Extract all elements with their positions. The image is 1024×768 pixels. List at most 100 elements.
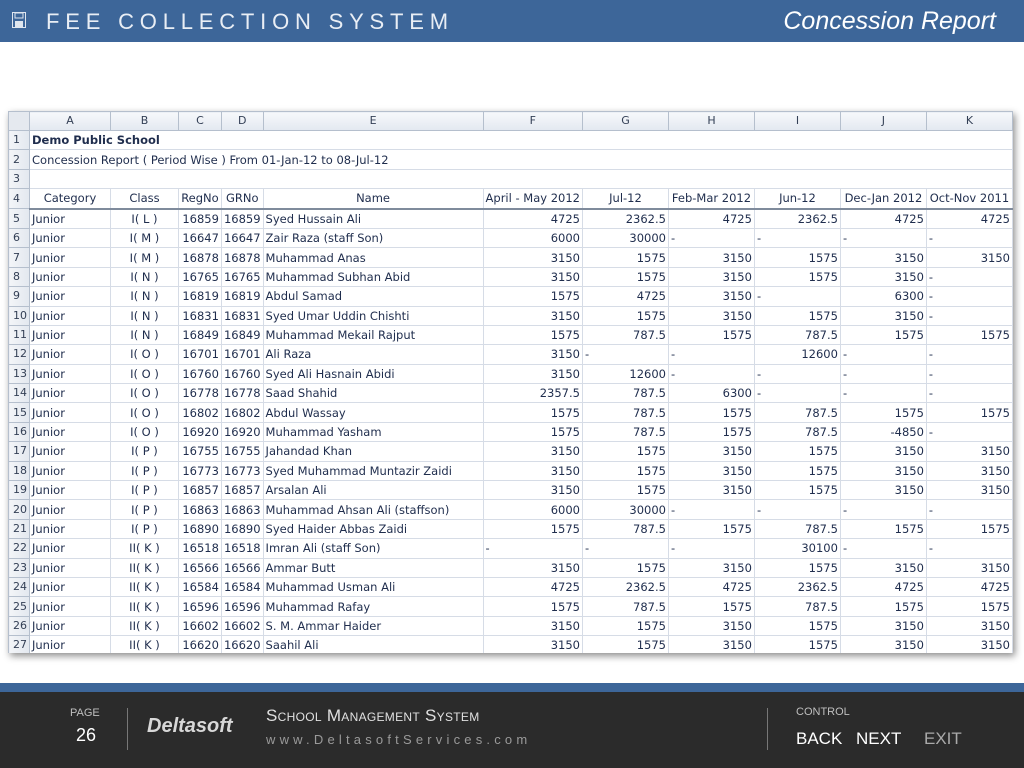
table-cell[interactable]: 1575 [839,324,927,346]
table-cell[interactable]: I( N ) [109,286,179,307]
table-cell[interactable]: 1575 [839,518,927,540]
table-cell[interactable]: 1575 [581,441,669,462]
table-cell[interactable]: Muhammad Yasham [262,421,484,443]
table-cell[interactable]: 12600 [581,363,669,385]
row-number[interactable]: 14 [8,383,30,404]
table-cell[interactable]: Abdul Samad [262,286,484,307]
table-cell[interactable]: - [667,363,755,385]
table-header-cell[interactable]: Jul-12 [581,188,669,210]
table-cell[interactable]: Junior [29,635,111,653]
table-cell[interactable]: 1575 [581,635,669,653]
table-cell[interactable]: I( O ) [109,421,179,443]
table-header-cell[interactable]: RegNo [177,188,222,210]
table-cell[interactable]: - [753,363,841,385]
table-cell[interactable]: I( P ) [109,441,179,462]
school-name-cell[interactable]: Demo Public School [29,129,1013,151]
table-cell[interactable]: II( K ) [109,596,179,617]
table-cell[interactable]: I( O ) [109,344,179,365]
row-number[interactable]: 12 [8,344,30,365]
table-cell[interactable]: - [925,538,1013,559]
table-cell[interactable]: 3150 [482,480,583,501]
table-header-cell[interactable]: Category [29,188,111,210]
table-cell[interactable]: 1575 [482,421,583,443]
table-cell[interactable]: Junior [29,286,111,307]
table-cell[interactable]: 1575 [482,518,583,540]
table-cell[interactable]: Junior [29,227,111,249]
table-cell[interactable]: I( O ) [109,402,179,423]
table-cell[interactable]: 1575 [482,286,583,307]
table-header-cell[interactable]: April - May 2012 [482,188,583,210]
table-header-cell[interactable]: Oct-Nov 2011 [925,188,1013,210]
table-cell[interactable]: 2362.5 [581,208,669,229]
table-cell[interactable]: Arsalan Ali [262,480,484,501]
table-cell[interactable]: - [839,499,927,520]
table-cell[interactable]: Muhammad Usman Ali [262,576,484,598]
table-cell[interactable]: 6300 [667,383,755,404]
table-cell[interactable]: 3150 [925,480,1013,501]
row-number[interactable]: 20 [8,499,30,520]
report-title-cell[interactable]: Concession Report ( Period Wise ) From 0… [29,149,1013,170]
table-cell[interactable]: 787.5 [753,324,841,346]
table-cell[interactable]: I( M ) [109,247,179,268]
row-number[interactable]: 7 [8,247,30,268]
table-cell[interactable]: 3150 [482,615,583,637]
table-cell[interactable]: - [482,538,583,559]
table-cell[interactable]: Imran Ali (staff Son) [262,538,484,559]
table-cell[interactable]: 4725 [667,576,755,598]
table-cell[interactable]: 16566 [177,557,222,578]
row-number[interactable]: 22 [8,538,30,559]
table-cell[interactable]: 16755 [220,441,264,462]
table-cell[interactable]: 3150 [839,305,927,326]
row-number[interactable]: 11 [8,324,30,346]
table-cell[interactable]: 3150 [925,441,1013,462]
table-cell[interactable]: 16890 [220,518,264,540]
table-cell[interactable]: 3150 [482,635,583,653]
table-cell[interactable]: 16647 [220,227,264,249]
table-cell[interactable]: 1575 [753,247,841,268]
column-header[interactable]: E [262,111,484,131]
table-cell[interactable]: 1575 [753,557,841,578]
table-cell[interactable]: 16857 [177,480,222,501]
table-cell[interactable]: 16518 [220,538,264,559]
table-cell[interactable]: 16802 [220,402,264,423]
table-cell[interactable]: Syed Umar Uddin Chishti [262,305,484,326]
table-cell[interactable]: 1575 [925,596,1013,617]
table-cell[interactable]: 3150 [667,286,755,307]
row-number[interactable]: 18 [8,460,30,482]
table-cell[interactable]: 3150 [925,615,1013,637]
row-number[interactable]: 15 [8,402,30,423]
table-cell[interactable]: 3150 [482,344,583,365]
table-cell[interactable]: 1575 [482,596,583,617]
table-cell[interactable]: 12600 [753,344,841,365]
table-cell[interactable]: 1575 [753,305,841,326]
table-cell[interactable]: 787.5 [581,518,669,540]
table-cell[interactable]: 16831 [177,305,222,326]
table-cell[interactable]: Junior [29,324,111,346]
table-cell[interactable]: 1575 [753,635,841,653]
table-cell[interactable]: - [581,344,669,365]
table-cell[interactable]: 16760 [220,363,264,385]
table-cell[interactable]: - [839,344,927,365]
table-cell[interactable]: Syed Muhammad Muntazir Zaidi [262,460,484,482]
table-header-cell[interactable]: GRNo [220,188,264,210]
table-cell[interactable]: 4725 [667,208,755,229]
table-cell[interactable]: 6000 [482,227,583,249]
table-cell[interactable]: 4725 [482,576,583,598]
row-number[interactable]: 21 [8,518,30,540]
table-cell[interactable]: 4725 [925,576,1013,598]
row-number[interactable]: 1 [8,129,30,151]
table-cell[interactable]: 3150 [839,266,927,288]
table-cell[interactable]: II( K ) [109,615,179,637]
table-cell[interactable]: 787.5 [753,596,841,617]
table-cell[interactable]: 16701 [177,344,222,365]
table-cell[interactable]: I( L ) [109,208,179,229]
table-cell[interactable]: - [839,383,927,404]
table-cell[interactable]: 16920 [220,421,264,443]
column-header[interactable]: G [581,111,669,131]
table-cell[interactable]: 16584 [220,576,264,598]
table-cell[interactable]: 1575 [753,460,841,482]
table-cell[interactable]: Syed Ali Hasnain Abidi [262,363,484,385]
row-number[interactable]: 4 [8,188,30,210]
table-cell[interactable]: 3150 [482,266,583,288]
table-cell[interactable]: 16878 [220,247,264,268]
